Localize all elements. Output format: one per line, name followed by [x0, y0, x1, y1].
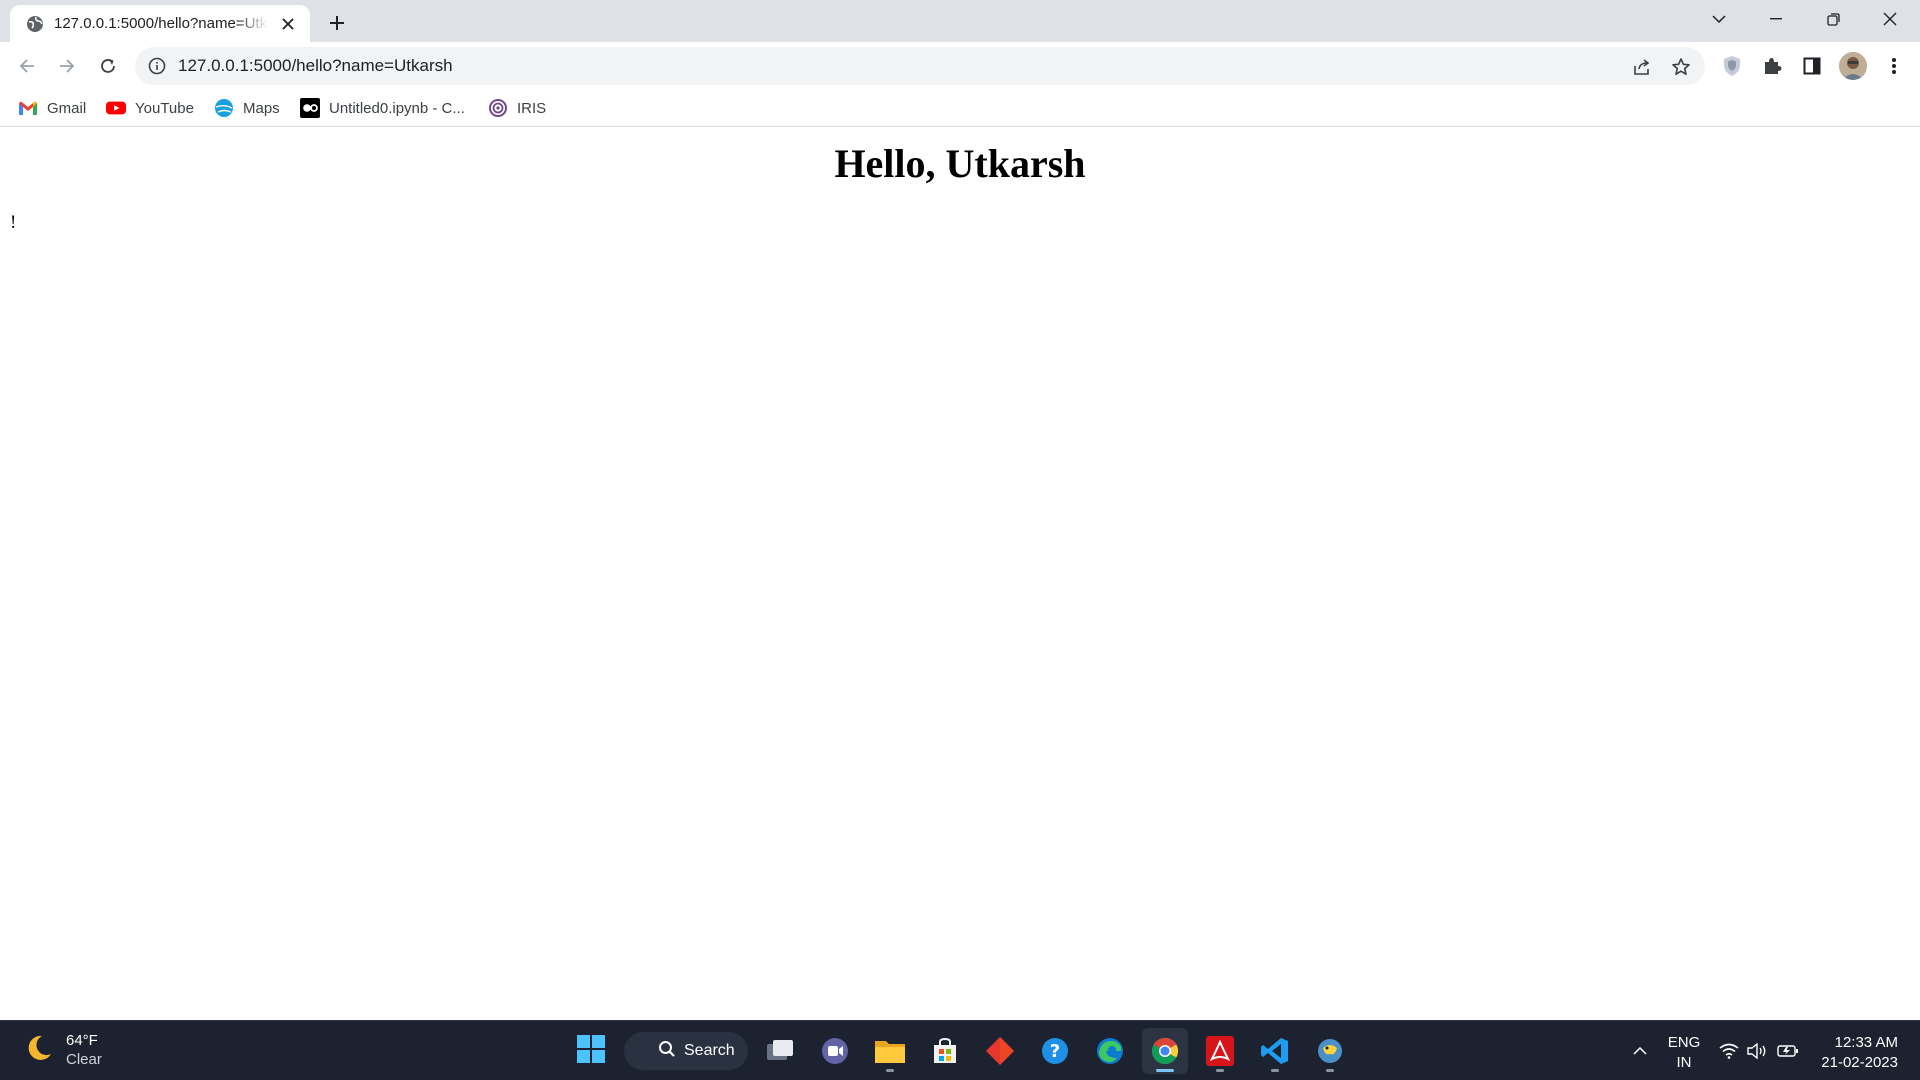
tab-search-icon[interactable]: [1691, 0, 1747, 38]
minimize-icon[interactable]: [1748, 0, 1804, 38]
windows-taskbar: 64°F Clear Search ? ENG IN 12:33 AM 21-0…: [0, 1020, 1920, 1080]
url-text[interactable]: 127.0.0.1:5000/hello?name=Utkarsh: [178, 56, 453, 76]
moon-icon: [22, 1032, 54, 1069]
colab-icon: [300, 98, 320, 118]
page-body-text: !: [10, 212, 17, 233]
running-indicator: [1156, 1069, 1174, 1072]
clock-date: 21-02-2023: [1821, 1054, 1898, 1071]
clock-time: 12:33 AM: [1834, 1034, 1898, 1051]
close-window-icon[interactable]: [1862, 0, 1918, 38]
git-icon[interactable]: [977, 1028, 1023, 1074]
language-region: IN: [1676, 1054, 1692, 1071]
side-panel-icon[interactable]: [1798, 52, 1826, 80]
close-tab-icon[interactable]: [278, 14, 298, 34]
taskbar-search[interactable]: Search: [624, 1032, 748, 1070]
iris-icon: [488, 98, 508, 118]
running-indicator: [1216, 1069, 1224, 1072]
search-icon: [658, 1040, 676, 1063]
windows-logo-icon: [576, 1034, 606, 1069]
input-language-indicator[interactable]: ENG IN: [1664, 1033, 1704, 1073]
share-icon[interactable]: [1629, 54, 1655, 80]
volume-icon[interactable]: [1746, 1021, 1770, 1080]
bookmark-label: Untitled0.ipynb - C...: [329, 99, 465, 117]
profile-avatar[interactable]: [1839, 52, 1867, 80]
weather-widget[interactable]: 64°F Clear: [22, 1031, 102, 1069]
svg-text:?: ?: [1050, 1041, 1060, 1062]
bookmark-youtube[interactable]: YouTube: [106, 96, 194, 120]
help-icon[interactable]: ?: [1032, 1028, 1078, 1074]
search-label: Search: [684, 1042, 735, 1059]
bookmark-maps[interactable]: Maps: [214, 96, 280, 120]
bookmarks-bar: Gmail YouTube Maps Untitled0.ipynb - C..…: [0, 89, 1920, 127]
bookmark-label: Maps: [243, 99, 280, 117]
battery-icon[interactable]: [1776, 1021, 1800, 1080]
task-view-icon[interactable]: [757, 1028, 803, 1074]
weather-condition: Clear: [66, 1051, 102, 1068]
tab-title: 127.0.0.1:5000/hello?name=Utkarsh: [54, 15, 268, 32]
wifi-icon[interactable]: [1717, 1021, 1741, 1080]
teams-chat-icon[interactable]: [812, 1028, 858, 1074]
bookmark-colab[interactable]: Untitled0.ipynb - C...: [300, 96, 465, 120]
reload-button[interactable]: [91, 49, 125, 83]
gmail-icon: [18, 98, 38, 118]
forward-button[interactable]: [50, 49, 84, 83]
taskbar-clock[interactable]: 12:33 AM 21-02-2023: [1806, 1033, 1898, 1073]
site-info-icon[interactable]: [147, 56, 167, 76]
chrome-taskbar-icon[interactable]: [1142, 1028, 1188, 1074]
language-code: ENG: [1667, 1034, 1701, 1051]
microsoft-store-icon[interactable]: [922, 1028, 968, 1074]
edge-icon[interactable]: [1087, 1028, 1133, 1074]
shield-extension-icon[interactable]: [1718, 52, 1746, 80]
globe-icon: [26, 15, 44, 33]
start-button[interactable]: [568, 1028, 614, 1074]
bookmark-label: IRIS: [517, 99, 547, 117]
show-hidden-icons-chevron[interactable]: [1626, 1021, 1654, 1080]
page-viewport: Hello, Utkarsh !: [0, 128, 1920, 1020]
restore-icon[interactable]: [1805, 0, 1861, 38]
acrobat-icon[interactable]: [1197, 1028, 1243, 1074]
vscode-icon[interactable]: [1252, 1028, 1298, 1074]
running-indicator: [886, 1069, 894, 1072]
bookmark-iris[interactable]: IRIS: [488, 96, 546, 120]
browser-tab[interactable]: 127.0.0.1:5000/hello?name=Utkarsh: [10, 5, 310, 42]
file-explorer-icon[interactable]: [867, 1028, 913, 1074]
tab-strip: 127.0.0.1:5000/hello?name=Utkarsh: [0, 0, 1920, 42]
bookmark-label: YouTube: [135, 99, 194, 117]
address-bar[interactable]: 127.0.0.1:5000/hello?name=Utkarsh: [135, 47, 1705, 85]
chrome-menu-icon[interactable]: [1880, 52, 1908, 80]
youtube-icon: [106, 98, 126, 118]
maps-icon: [214, 98, 234, 118]
running-indicator: [1326, 1069, 1334, 1072]
back-button[interactable]: [10, 49, 44, 83]
bookmark-star-icon[interactable]: [1668, 54, 1694, 80]
extensions-puzzle-icon[interactable]: [1758, 52, 1786, 80]
running-indicator: [1271, 1069, 1279, 1072]
python-idle-icon[interactable]: [1307, 1028, 1353, 1074]
bookmark-gmail[interactable]: Gmail: [18, 96, 86, 120]
bookmark-label: Gmail: [47, 99, 87, 117]
page-heading: Hello, Utkarsh: [834, 141, 1086, 186]
new-tab-button[interactable]: [323, 9, 351, 37]
browser-toolbar: 127.0.0.1:5000/hello?name=Utkarsh: [0, 42, 1920, 89]
weather-temperature: 64°F: [66, 1032, 98, 1049]
